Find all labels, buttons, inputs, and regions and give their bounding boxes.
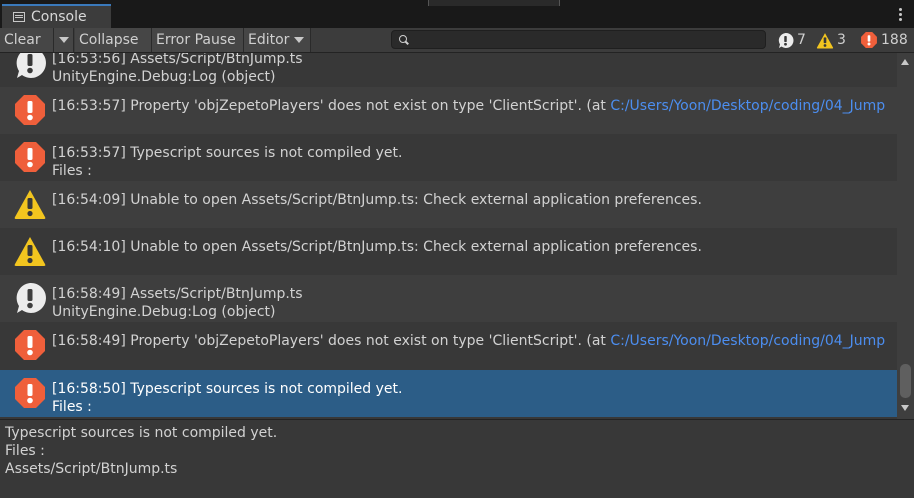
search-field[interactable] bbox=[391, 30, 766, 49]
log-entry-text: [16:53:56] Assets/Script/BtnJump.ts Unit… bbox=[52, 53, 897, 86]
log-message: [16:58:49] Property 'objZepetoPlayers' d… bbox=[52, 333, 611, 349]
error-icon bbox=[15, 95, 45, 125]
warning-icon bbox=[816, 32, 834, 48]
detail-line: Files : bbox=[5, 443, 45, 459]
log-detail: Files : bbox=[52, 163, 92, 179]
tab-console[interactable]: Console bbox=[2, 4, 111, 28]
search-icon bbox=[399, 35, 407, 43]
log-entry[interactable]: [16:54:10] Unable to open Assets/Script/… bbox=[0, 228, 897, 275]
log-entry-text: [16:58:49] Assets/Script/BtnJump.ts Unit… bbox=[52, 285, 897, 321]
log-entry-text: [16:53:57] Typescript sources is not com… bbox=[52, 144, 897, 180]
warning-icon bbox=[14, 190, 46, 219]
log-entry-text: [16:54:10] Unable to open Assets/Script/… bbox=[52, 238, 897, 256]
log-entry-text: [16:58:49] Property 'objZepetoPlayers' d… bbox=[52, 332, 897, 350]
error-icon bbox=[15, 330, 45, 360]
log-entry-selected[interactable]: [16:58:50] Typescript sources is not com… bbox=[0, 370, 897, 417]
log-entry[interactable]: [16:54:09] Unable to open Assets/Script/… bbox=[0, 181, 897, 228]
log-message: [16:53:57] Property 'objZepetoPlayers' d… bbox=[52, 98, 611, 114]
log-detail: UnityEngine.Debug:Log (object) bbox=[52, 304, 276, 320]
error-icon bbox=[861, 32, 877, 48]
search-input[interactable] bbox=[410, 31, 760, 48]
log-entry-text: [16:54:09] Unable to open Assets/Script/… bbox=[52, 191, 897, 209]
editor-dropdown-label: Editor bbox=[248, 32, 290, 48]
warning-count: 3 bbox=[837, 32, 846, 48]
info-icon bbox=[16, 282, 46, 313]
log-entry[interactable]: [16:58:49] Property 'objZepetoPlayers' d… bbox=[0, 322, 897, 369]
detail-line: Assets/Script/BtnJump.ts bbox=[5, 461, 178, 477]
log-message: [16:58:50] Typescript sources is not com… bbox=[52, 381, 403, 397]
info-icon bbox=[778, 32, 794, 48]
source-link[interactable]: C:/Users/Yoon/Desktop/coding/04_Jump bbox=[610, 333, 885, 349]
source-link[interactable]: C:/Users/Yoon/Desktop/coding/04_Jump bbox=[610, 98, 885, 114]
log-message: [16:53:56] Assets/Script/BtnJump.ts bbox=[52, 53, 303, 67]
clear-options-dropdown[interactable] bbox=[54, 28, 74, 52]
clear-button[interactable]: Clear bbox=[0, 28, 54, 52]
tab-package[interactable] bbox=[428, 0, 560, 6]
detail-line: Typescript sources is not compiled yet. bbox=[5, 425, 278, 441]
log-entry[interactable]: [16:53:57] Property 'objZepetoPlayers' d… bbox=[0, 87, 897, 134]
warning-count-toggle[interactable]: 3 bbox=[816, 28, 846, 52]
log-detail: UnityEngine.Debug:Log (object) bbox=[52, 69, 276, 85]
log-detail: Files : bbox=[52, 399, 92, 415]
error-count-toggle[interactable]: 188 bbox=[860, 28, 908, 52]
console-icon bbox=[13, 12, 25, 22]
log-scrollbar[interactable] bbox=[897, 53, 914, 419]
log-message: [16:53:57] Typescript sources is not com… bbox=[52, 145, 403, 161]
info-count: 7 bbox=[797, 32, 806, 48]
console-toolbar: Clear Collapse Error Pause Editor 7 3 18… bbox=[0, 28, 914, 53]
info-count-toggle[interactable]: 7 bbox=[777, 28, 806, 52]
chevron-down-icon bbox=[294, 37, 304, 43]
error-icon bbox=[15, 142, 45, 172]
tab-console-label: Console bbox=[31, 9, 87, 25]
log-entry[interactable]: [16:53:56] Assets/Script/BtnJump.ts Unit… bbox=[0, 53, 897, 87]
log-message: [16:58:49] Assets/Script/BtnJump.ts bbox=[52, 286, 303, 302]
tab-bar: Console bbox=[0, 0, 914, 28]
error-pause-button[interactable]: Error Pause bbox=[152, 28, 244, 52]
log-entry[interactable]: [16:58:49] Assets/Script/BtnJump.ts Unit… bbox=[0, 275, 897, 322]
collapse-button[interactable]: Collapse bbox=[75, 28, 152, 52]
log-entry-text: [16:53:57] Property 'objZepetoPlayers' d… bbox=[52, 97, 897, 115]
error-count: 188 bbox=[881, 32, 908, 48]
info-icon bbox=[16, 53, 46, 78]
more-options-icon[interactable] bbox=[899, 8, 902, 21]
chevron-down-icon bbox=[59, 37, 69, 43]
scrollbar-thumb[interactable] bbox=[900, 364, 911, 398]
log-entry[interactable]: [16:53:57] Typescript sources is not com… bbox=[0, 134, 897, 181]
editor-dropdown[interactable]: Editor bbox=[244, 28, 311, 52]
log-entry-text: [16:58:50] Typescript sources is not com… bbox=[52, 380, 897, 416]
console-log-list[interactable]: [16:53:56] Assets/Script/BtnJump.ts Unit… bbox=[0, 53, 897, 419]
warning-icon bbox=[14, 237, 46, 266]
scroll-down-icon[interactable] bbox=[901, 405, 909, 411]
error-icon bbox=[15, 378, 45, 408]
log-message: [16:54:10] Unable to open Assets/Script/… bbox=[52, 239, 702, 255]
log-message: [16:54:09] Unable to open Assets/Script/… bbox=[52, 192, 702, 208]
scroll-up-icon[interactable] bbox=[901, 59, 909, 65]
log-detail-pane[interactable]: Typescript sources is not compiled yet. … bbox=[0, 419, 914, 498]
